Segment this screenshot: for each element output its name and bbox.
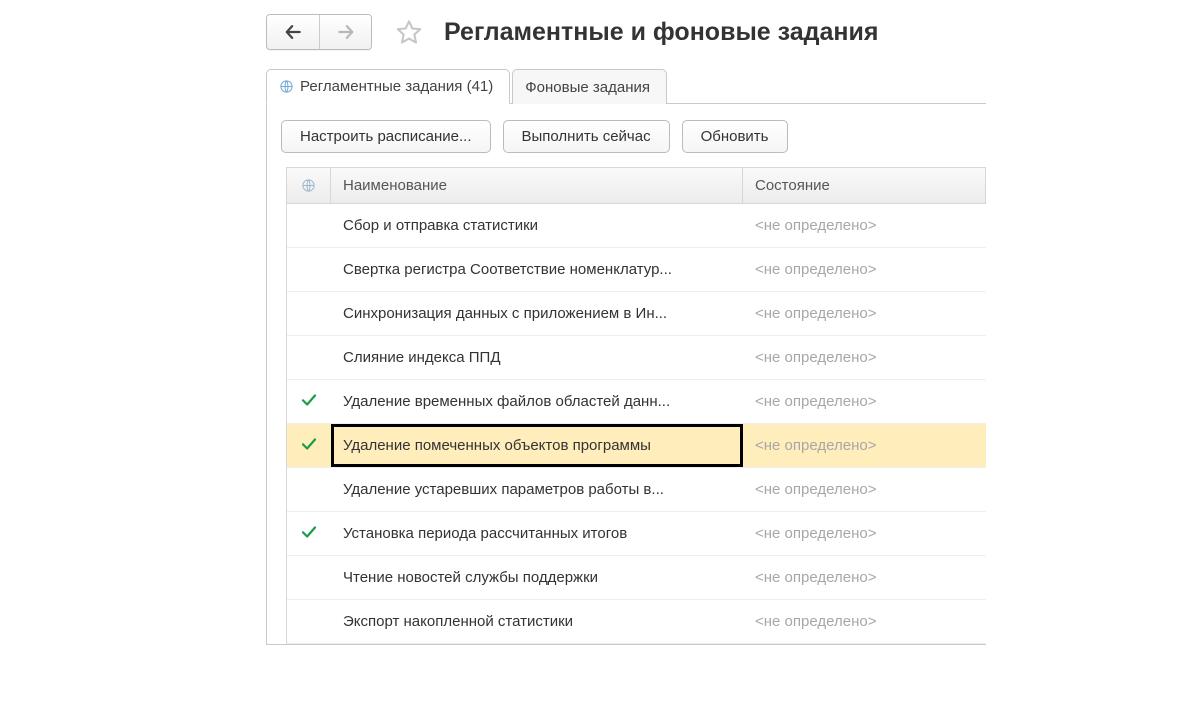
arrow-right-icon <box>336 22 356 42</box>
name-cell: Сбор и отправка статистики <box>331 204 743 247</box>
configure-schedule-button[interactable]: Настроить расписание... <box>281 120 491 153</box>
state-cell: <не определено> <box>743 468 986 511</box>
table-row[interactable]: Удаление устаревших параметров работы в.… <box>287 468 986 512</box>
enabled-cell <box>287 600 331 643</box>
favorite-star-button[interactable] <box>394 17 424 47</box>
table-row[interactable]: Синхронизация данных с приложением в Ин.… <box>287 292 986 336</box>
state-cell: <не определено> <box>743 600 986 643</box>
column-state[interactable]: Состояние <box>743 168 986 203</box>
table-row[interactable]: Удаление временных файлов областей данн.… <box>287 380 986 424</box>
arrow-left-icon <box>283 22 303 42</box>
nav-back-button[interactable] <box>267 15 319 49</box>
state-cell: <не определено> <box>743 292 986 335</box>
table-row[interactable]: Удаление помеченных объектов программы<н… <box>287 424 986 468</box>
table-row[interactable]: Экспорт накопленной статистики<не опреде… <box>287 600 986 644</box>
column-enabled[interactable] <box>287 168 331 203</box>
name-cell: Свертка регистра Соответствие номенклату… <box>331 248 743 291</box>
table-row[interactable]: Свертка регистра Соответствие номенклату… <box>287 248 986 292</box>
name-cell: Чтение новостей службы поддержки <box>331 556 743 599</box>
name-cell: Синхронизация данных с приложением в Ин.… <box>331 292 743 335</box>
name-cell: Слияние индекса ППД <box>331 336 743 379</box>
enabled-cell <box>287 512 331 555</box>
tab-label: Фоновые задания <box>525 79 650 96</box>
name-cell: Удаление устаревших параметров работы в.… <box>331 468 743 511</box>
check-icon <box>300 435 318 457</box>
state-cell: <не определено> <box>743 512 986 555</box>
enabled-cell <box>287 556 331 599</box>
state-cell: <не определено> <box>743 556 986 599</box>
table-row[interactable]: Слияние индекса ППД<не определено> <box>287 336 986 380</box>
tab-label: Регламентные задания (41) <box>300 78 493 95</box>
state-cell: <не определено> <box>743 204 986 247</box>
nav-buttons <box>266 14 372 50</box>
name-cell: Удаление временных файлов областей данн.… <box>331 380 743 423</box>
enabled-cell <box>287 380 331 423</box>
nav-forward-button[interactable] <box>319 15 371 49</box>
state-cell: <не определено> <box>743 380 986 423</box>
globe-icon <box>279 79 294 94</box>
table-header: Наименование Состояние <box>287 168 986 204</box>
refresh-button[interactable]: Обновить <box>682 120 788 153</box>
page-title: Регламентные и фоновые задания <box>444 18 878 47</box>
globe-icon <box>301 178 316 193</box>
state-cell: <не определено> <box>743 336 986 379</box>
state-cell: <не определено> <box>743 424 986 467</box>
star-outline-icon <box>395 18 423 46</box>
name-cell: Удаление помеченных объектов программы <box>331 424 743 467</box>
name-cell: Экспорт накопленной статистики <box>331 600 743 643</box>
name-cell: Установка периода рассчитанных итогов <box>331 512 743 555</box>
state-cell: <не определено> <box>743 248 986 291</box>
enabled-cell <box>287 204 331 247</box>
check-icon <box>300 391 318 413</box>
table-row[interactable]: Чтение новостей службы поддержки<не опре… <box>287 556 986 600</box>
enabled-cell <box>287 336 331 379</box>
check-icon <box>300 523 318 545</box>
run-now-button[interactable]: Выполнить сейчас <box>503 120 670 153</box>
tab-background-jobs[interactable]: Фоновые задания <box>512 69 667 104</box>
jobs-table: Наименование Состояние Сбор и отправка с… <box>286 167 986 644</box>
tab-scheduled-jobs[interactable]: Регламентные задания (41) <box>266 69 510 104</box>
table-row[interactable]: Сбор и отправка статистики<не определено… <box>287 204 986 248</box>
enabled-cell <box>287 468 331 511</box>
enabled-cell <box>287 424 331 467</box>
enabled-cell <box>287 292 331 335</box>
column-name[interactable]: Наименование <box>331 168 743 203</box>
enabled-cell <box>287 248 331 291</box>
table-row[interactable]: Установка периода рассчитанных итогов<не… <box>287 512 986 556</box>
